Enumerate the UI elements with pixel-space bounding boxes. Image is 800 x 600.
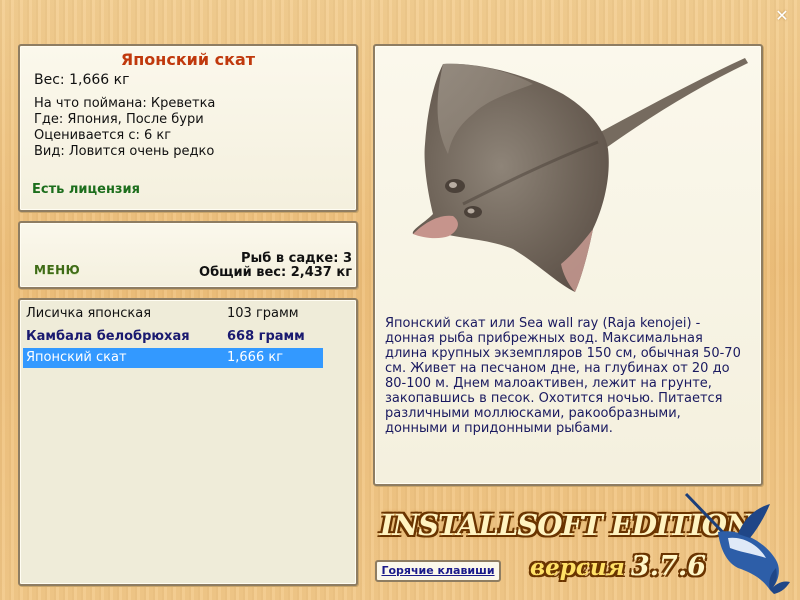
fish-title: Японский скат <box>120 50 256 69</box>
fish-picture-panel: Японский скат или Sea wall ray (Raja ken… <box>373 44 763 486</box>
license-status: Есть лицензия <box>32 182 140 197</box>
menu-panel: МЕНЮ Рыб в садке: 3 Общий вес: 2,437 кг <box>18 221 358 289</box>
total-weight: Общий вес: 2,437 кг <box>199 265 352 280</box>
hotkeys-button[interactable]: Горячие клавиши <box>375 560 501 582</box>
detail-location: Где: Япония, После бури <box>34 112 204 127</box>
marlin-icon <box>684 492 790 594</box>
list-item-weight: 1,666 кг <box>227 350 284 365</box>
list-item[interactable]: Камбала белобрюхая 668 грамм <box>23 327 323 347</box>
list-item-name: Японский скат <box>26 350 127 365</box>
list-item-name: Камбала белобрюхая <box>26 329 190 344</box>
fish-description: Японский скат или Sea wall ray (Raja ken… <box>385 316 741 436</box>
detail-bait: На что поймана: Креветка <box>34 96 216 111</box>
list-item-weight: 668 грамм <box>227 329 305 344</box>
list-item-weight: 103 грамм <box>227 306 299 321</box>
stingray-image <box>412 58 748 292</box>
cage-stats: Рыб в садке: 3 Общий вес: 2,437 кг <box>199 252 352 280</box>
close-icon[interactable]: ✕ <box>774 8 790 24</box>
list-item-selected[interactable]: Японский скат 1,666 кг <box>23 348 323 368</box>
version-word: версия <box>530 554 625 581</box>
menu-button[interactable]: МЕНЮ <box>34 263 80 277</box>
fish-details: На что поймана: Креветка Где: Япония, По… <box>34 96 215 160</box>
list-item[interactable]: Лисичка японская 103 грамм <box>23 304 323 324</box>
catch-list[interactable]: Лисичка японская 103 грамм Камбала белоб… <box>18 298 358 586</box>
fish-count: Рыб в садке: 3 <box>240 251 352 266</box>
detail-rating: Оценивается с: 6 кг <box>34 128 172 143</box>
fish-info-panel: Японский скат Вес: 1,666 кг На что пойма… <box>18 44 358 212</box>
list-item-name: Лисичка японская <box>26 306 152 321</box>
detail-rarity: Вид: Ловится очень редко <box>34 144 215 159</box>
fish-weight: Вес: 1,666 кг <box>34 72 130 88</box>
